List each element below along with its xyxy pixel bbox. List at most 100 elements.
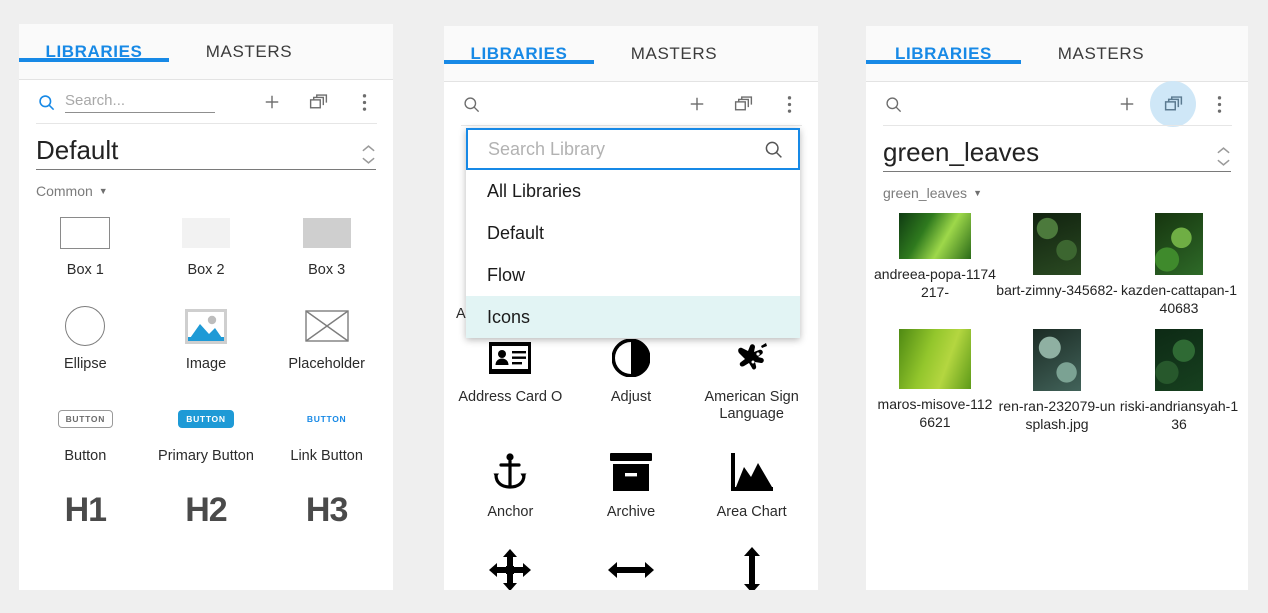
overflow-menu-icon[interactable] (776, 91, 802, 117)
dropdown-search-field[interactable] (466, 128, 800, 170)
widget-box-1[interactable]: Box 1 (25, 213, 146, 279)
adjust-icon (611, 336, 650, 380)
library-selector[interactable]: green_leaves (883, 137, 1231, 173)
tab-active-underline (866, 60, 1021, 64)
search-icon[interactable] (461, 94, 481, 114)
address-card-icon (489, 336, 532, 380)
search-input[interactable] (65, 91, 215, 113)
library-title: green_leaves (883, 137, 1040, 167)
dropdown-option-flow[interactable]: Flow (466, 254, 800, 296)
duplicate-icon[interactable] (305, 89, 331, 115)
tab-libraries[interactable]: LIBRARIES (19, 24, 169, 62)
widget-h2[interactable]: H2 (146, 491, 267, 530)
dropdown-option-all-libraries[interactable]: All Libraries (466, 170, 800, 212)
widget-h3[interactable]: H3 (266, 491, 387, 530)
tab-masters[interactable]: MASTERS (169, 24, 329, 61)
widget-primary-button[interactable]: BUTTON Primary Button (146, 399, 267, 465)
dropdown-search-input[interactable] (486, 137, 763, 161)
thumbnail-image (1155, 213, 1203, 276)
widget-box-3[interactable]: Box 3 (266, 213, 387, 279)
box3-shape (302, 213, 351, 253)
tab-libraries[interactable]: LIBRARIES (444, 26, 594, 64)
widget-link-button[interactable]: BUTTON Link Button (266, 399, 387, 465)
library-selector[interactable]: Default (36, 135, 376, 171)
widget-label: American Sign Language (704, 389, 799, 423)
thumbnail-item[interactable]: kazden-cattapan-140683 (1118, 213, 1240, 317)
widget-image[interactable]: Image (146, 305, 267, 373)
widget-grid: Box 1 Box 2 Box 3 Ellipse Image Placehol… (19, 213, 393, 530)
panel2-tab-bar: LIBRARIES MASTERS (444, 26, 818, 82)
area-chart-icon (730, 449, 773, 495)
widget-address-card-o[interactable]: Address Card O (450, 336, 571, 423)
dropdown-option-icons[interactable]: Icons (466, 296, 800, 338)
library-dropdown: All Libraries Default Flow Icons (466, 128, 800, 338)
tab-masters[interactable]: MASTERS (1021, 26, 1181, 63)
screenshot-stage: LIBRARIES MASTERS Search... Default Comm… (0, 0, 1268, 613)
overflow-menu-icon[interactable] (351, 89, 377, 115)
thumbnail-item[interactable]: maros-misove-1126621 (874, 329, 996, 433)
thumbnail-grid: andreea-popa-1174217- bart-zimny-345682-… (866, 213, 1248, 433)
widget-adjust[interactable]: Adjust (571, 336, 692, 423)
group-label: green_leaves (883, 185, 968, 202)
widget-label: Button (64, 448, 107, 465)
panel3-toolbar-actions (1114, 81, 1232, 127)
thumbnail-item[interactable]: riski-andriansyah-136 (1118, 329, 1240, 433)
tab-masters-label: MASTERS (630, 44, 718, 63)
widget-box-2[interactable]: Box 2 (146, 213, 267, 279)
widget-label: Placeholder (288, 356, 365, 373)
panel3-search-group (883, 94, 1114, 114)
widget-label: Area Chart (716, 504, 787, 521)
panel2-toolbar (444, 82, 818, 126)
box1-shape (60, 213, 111, 253)
tab-active-underline (444, 60, 594, 64)
widget-american-sign-language[interactable]: American Sign Language (691, 336, 812, 423)
duplicate-icon[interactable] (1150, 81, 1196, 127)
toolbar-divider (883, 125, 1232, 126)
widget-ellipse[interactable]: Ellipse (25, 305, 146, 373)
widget-arrows-h[interactable] (571, 547, 692, 590)
tab-masters-label: MASTERS (1057, 44, 1145, 63)
dropdown-option-label: All Libraries (487, 180, 582, 201)
thumbnail-item[interactable]: bart-zimny-345682- (996, 213, 1118, 317)
asl-icon (731, 336, 773, 380)
overflow-menu-icon[interactable] (1206, 91, 1232, 117)
thumbnail-label: maros-misove-1126621 (877, 396, 993, 430)
panel1-search-group (36, 91, 259, 113)
tab-masters[interactable]: MASTERS (594, 26, 754, 63)
duplicate-icon[interactable] (730, 91, 756, 117)
thumbnail-item[interactable]: andreea-popa-1174217- (874, 213, 996, 317)
widget-button[interactable]: BUTTON Button (25, 399, 146, 465)
widget-arrows-v[interactable] (691, 547, 812, 590)
search-icon[interactable] (763, 139, 784, 160)
widget-placeholder[interactable]: Placeholder (266, 305, 387, 373)
ellipse-shape (65, 305, 106, 347)
plus-icon[interactable] (684, 91, 710, 117)
dropdown-option-default[interactable]: Default (466, 212, 800, 254)
library-stepper[interactable] (361, 144, 376, 165)
obscured-label: A (456, 306, 466, 322)
tab-active-underline (19, 58, 169, 62)
widget-area-chart[interactable]: Area Chart (691, 449, 812, 521)
thumbnail-item[interactable]: ren-ran-232079-unsplash.jpg (996, 329, 1118, 433)
panel1-toolbar-actions (259, 89, 377, 115)
button-chip: BUTTON (57, 399, 114, 439)
thumbnail-image (899, 213, 971, 260)
library-stepper[interactable] (1216, 146, 1231, 167)
panel2-toolbar-actions (684, 91, 802, 117)
arrows-h-icon (607, 547, 654, 590)
plus-icon[interactable] (259, 89, 285, 115)
toolbar-divider (36, 123, 377, 124)
group-selector[interactable]: green_leaves ▼ (883, 185, 1231, 201)
widget-anchor[interactable]: Anchor (450, 449, 571, 521)
search-icon[interactable] (883, 94, 903, 114)
thumbnail-label: riski-andriansyah-136 (1119, 398, 1239, 432)
widget-archive[interactable]: Archive (571, 449, 692, 521)
search-icon[interactable] (36, 92, 56, 112)
widget-h1[interactable]: H1 (25, 491, 146, 530)
widget-label: Anchor (487, 504, 534, 521)
group-selector[interactable]: Common ▼ (36, 183, 376, 199)
widget-arrows[interactable] (450, 547, 571, 590)
plus-icon[interactable] (1114, 91, 1140, 117)
widget-label: Ellipse (63, 356, 107, 373)
tab-libraries[interactable]: LIBRARIES (866, 26, 1021, 64)
